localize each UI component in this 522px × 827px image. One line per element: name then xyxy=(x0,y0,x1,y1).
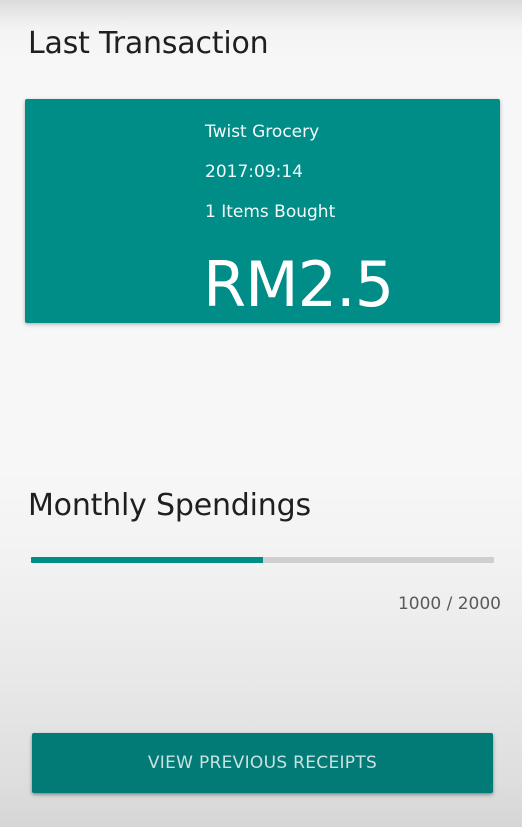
monthly-spendings-progress-bar xyxy=(31,557,494,563)
transaction-store-name: Twist Grocery xyxy=(205,122,320,142)
last-transaction-card[interactable]: Twist Grocery 2017:09:14 1 Items Bought … xyxy=(25,99,500,323)
monthly-spendings-readout: 1000 / 2000 xyxy=(397,594,501,614)
transaction-date: 2017:09:14 xyxy=(205,162,303,182)
monthly-spendings-progress-fill xyxy=(31,557,263,563)
transaction-items-count: 1 Items Bought xyxy=(205,202,336,222)
transaction-amount: RM2.5 xyxy=(203,248,394,321)
view-previous-receipts-button[interactable]: VIEW PREVIOUS RECEIPTS xyxy=(32,733,493,793)
monthly-spendings-title: Monthly Spendings xyxy=(28,488,311,523)
last-transaction-title: Last Transaction xyxy=(28,26,269,61)
